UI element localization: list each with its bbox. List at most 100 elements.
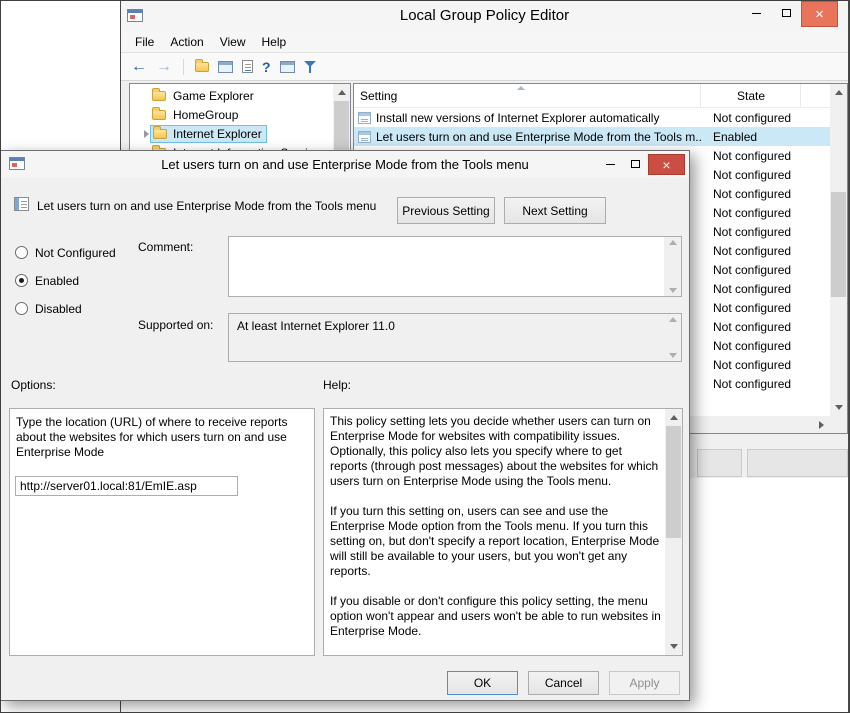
radio-disabled[interactable]: Disabled	[15, 301, 82, 316]
setting-state: Not configured	[701, 225, 791, 239]
help-paragraph: This policy setting lets you decide whet…	[330, 414, 661, 489]
close-icon: ×	[662, 157, 670, 173]
settings-row[interactable]: Install new versions of Internet Explore…	[354, 108, 830, 127]
list-vertical-scrollbar[interactable]	[830, 84, 847, 416]
help-paragraph: If you turn this setting on, users can s…	[330, 504, 661, 579]
help-icon[interactable]: ?	[262, 60, 271, 74]
help-content: This policy setting lets you decide whet…	[324, 409, 665, 655]
supported-on-label: Supported on:	[138, 318, 213, 332]
close-icon: ×	[815, 6, 824, 23]
scrollbar-thumb[interactable]	[831, 192, 846, 297]
gpedit-titlebar: Local Group Policy Editor ×	[121, 1, 848, 31]
setting-state: Not configured	[701, 168, 791, 182]
back-icon[interactable]: ←	[131, 59, 147, 75]
supported-on-box: At least Internet Explorer 11.0	[228, 313, 682, 362]
setting-state: Not configured	[701, 187, 791, 201]
policy-setting-dialog: Let users turn on and use Enterprise Mod…	[0, 150, 690, 701]
scroll-down-icon[interactable]	[665, 638, 682, 655]
minimize-button[interactable]	[741, 1, 771, 25]
setting-name: Install new versions of Internet Explore…	[376, 111, 659, 125]
up-one-level-icon[interactable]	[195, 62, 209, 72]
textarea-scrollbar	[664, 237, 681, 296]
scroll-down-icon[interactable]	[669, 353, 677, 358]
list-header: Setting State	[354, 84, 830, 108]
scroll-down-icon[interactable]	[830, 399, 847, 416]
cancel-button[interactable]: Cancel	[528, 671, 599, 695]
minimize-button[interactable]	[598, 154, 623, 174]
scroll-up-icon[interactable]	[333, 84, 350, 101]
tree-item-game-explorer[interactable]: Game Explorer	[130, 86, 350, 105]
dialog-titlebar: Let users turn on and use Enterprise Mod…	[1, 151, 689, 178]
minimize-icon	[606, 164, 615, 165]
comment-label: Comment:	[138, 240, 193, 254]
radio-checked-icon	[15, 274, 28, 287]
export-list-icon[interactable]	[242, 60, 253, 73]
close-button[interactable]: ×	[801, 1, 838, 27]
options-label: Options:	[11, 378, 56, 392]
setting-state: Not configured	[701, 282, 791, 296]
scrollbar-thumb[interactable]	[334, 101, 349, 156]
ok-button[interactable]: OK	[447, 671, 518, 695]
scroll-up-icon[interactable]	[665, 409, 682, 426]
previous-setting-button[interactable]: Previous Setting	[397, 197, 495, 224]
show-console-tree-icon[interactable]	[218, 61, 233, 73]
setting-state: Not configured	[701, 358, 791, 372]
setting-state: Not configured	[701, 320, 791, 334]
maximize-button[interactable]	[623, 154, 648, 174]
tree-item-homegroup[interactable]: HomeGroup	[130, 105, 350, 124]
radio-label: Enabled	[35, 274, 79, 288]
dialog-title: Let users turn on and use Enterprise Mod…	[1, 151, 689, 178]
statusbar-segment	[697, 449, 742, 477]
settings-row-selected[interactable]: Let users turn on and use Enterprise Mod…	[354, 127, 830, 146]
scroll-down-icon[interactable]	[669, 288, 677, 293]
report-url-input[interactable]	[15, 476, 238, 496]
scrollbar-corner	[830, 416, 847, 433]
next-setting-button[interactable]: Next Setting	[504, 197, 606, 224]
column-header-state[interactable]: State	[701, 84, 801, 107]
radio-not-configured[interactable]: Not Configured	[15, 245, 116, 260]
setting-state: Not configured	[701, 149, 791, 163]
apply-button[interactable]: Apply	[609, 671, 680, 695]
policy-icon	[14, 197, 29, 211]
comment-textarea[interactable]	[228, 236, 682, 297]
scroll-up-icon[interactable]	[669, 240, 677, 245]
gpedit-window-title: Local Group Policy Editor	[121, 1, 848, 31]
textarea-scrollbar	[664, 314, 681, 361]
scrollbar-thumb[interactable]	[666, 426, 681, 538]
maximize-icon	[782, 9, 791, 17]
menu-item-file[interactable]: File	[127, 32, 162, 52]
extended-view-icon[interactable]	[280, 61, 295, 73]
setting-state: Not configured	[701, 377, 791, 391]
scroll-up-icon[interactable]	[669, 317, 677, 322]
policy-setting-icon	[358, 131, 371, 143]
radio-label: Disabled	[35, 302, 82, 316]
column-header-setting[interactable]: Setting	[354, 84, 701, 107]
scroll-up-icon[interactable]	[830, 84, 847, 101]
help-panel: This policy setting lets you decide whet…	[323, 408, 683, 656]
maximize-button[interactable]	[771, 1, 801, 25]
setting-state: Not configured	[701, 339, 791, 353]
dialog-window-controls: ×	[598, 154, 685, 175]
gpedit-window-controls: ×	[741, 1, 838, 29]
setting-name: Let users turn on and use Enterprise Mod…	[376, 130, 701, 144]
setting-state: Not configured	[701, 301, 791, 315]
radio-enabled[interactable]: Enabled	[15, 273, 79, 288]
folder-icon	[152, 110, 166, 120]
filter-icon[interactable]	[304, 60, 317, 74]
menu-item-help[interactable]: Help	[254, 32, 295, 52]
scroll-right-icon[interactable]	[813, 416, 830, 433]
close-button[interactable]: ×	[648, 154, 685, 175]
forward-icon[interactable]: →	[156, 59, 172, 75]
statusbar-segment	[747, 449, 848, 477]
toolbar-separator	[183, 59, 184, 75]
menu-item-view[interactable]: View	[212, 32, 254, 52]
setting-state: Not configured	[701, 111, 791, 125]
options-instruction: Type the location (URL) of where to rece…	[16, 415, 302, 460]
tree-item-internet-explorer[interactable]: Internet Explorer	[130, 124, 350, 143]
menu-item-action[interactable]: Action	[162, 32, 211, 52]
help-label: Help:	[323, 378, 351, 392]
help-paragraph: If you disable or don't configure this p…	[330, 594, 661, 639]
supported-on-value: At least Internet Explorer 11.0	[237, 319, 395, 333]
sort-ascending-icon	[517, 86, 525, 90]
help-scrollbar[interactable]	[665, 409, 682, 655]
